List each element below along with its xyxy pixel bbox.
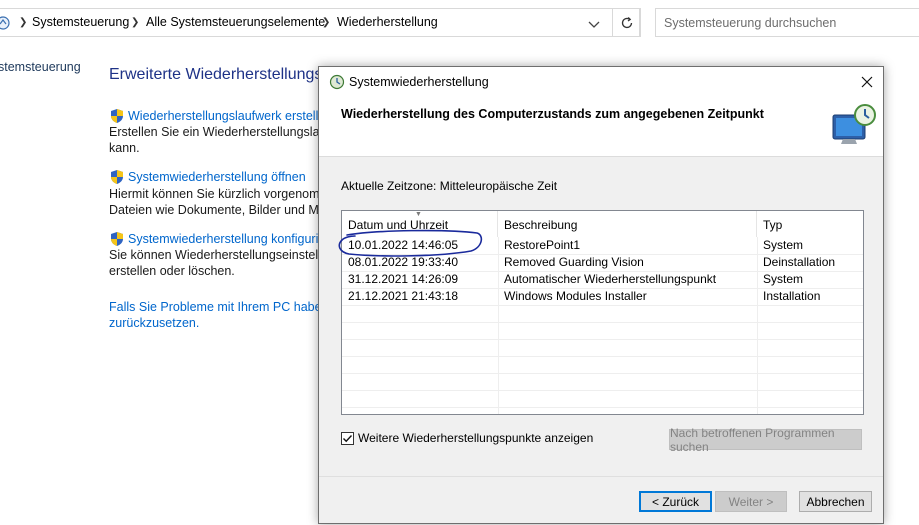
breadcrumb-wiederherstellung[interactable]: Wiederherstellung bbox=[337, 15, 438, 29]
column-label: Typ bbox=[763, 218, 783, 232]
link-label[interactable]: Systemwiederherstellung konfigurier bbox=[128, 232, 329, 246]
description-text: kann. bbox=[109, 141, 140, 155]
computer-restore-icon bbox=[832, 104, 876, 144]
control-panel-icon bbox=[0, 16, 10, 30]
timezone-label: Aktuelle Zeitzone: Mitteleuropäische Zei… bbox=[341, 179, 558, 193]
restore-points-table[interactable]: ▼ Datum und Uhrzeit Beschreibung Typ 10.… bbox=[341, 210, 864, 415]
cell-description: Removed Guarding Vision bbox=[504, 255, 644, 269]
system-restore-dialog: Systemwiederherstellung Wiederherstellun… bbox=[318, 66, 884, 524]
column-header-date[interactable]: ▼ Datum und Uhrzeit bbox=[342, 211, 498, 237]
sort-down-icon: ▼ bbox=[415, 211, 422, 218]
chevron-down-icon[interactable] bbox=[583, 14, 605, 34]
column-header-type[interactable]: Typ bbox=[757, 211, 863, 237]
breadcrumb-systemsteuerung[interactable]: Systemsteuerung bbox=[32, 15, 129, 29]
link-recovery-drive[interactable]: Wiederherstellungslaufwerk erstellen bbox=[109, 108, 332, 124]
table-row[interactable]: 08.01.2022 19:33:40 Removed Guarding Vis… bbox=[342, 254, 863, 271]
description-text: Sie können Wiederherstellungseinstellun bbox=[109, 248, 335, 262]
cell-description: Windows Modules Installer bbox=[504, 289, 647, 303]
close-button[interactable] bbox=[855, 70, 879, 94]
dialog-title: Systemwiederherstellung bbox=[349, 75, 489, 89]
footer-divider bbox=[319, 476, 883, 477]
link-reset-pc[interactable]: Falls Sie Probleme mit Ihrem PC haben, z… bbox=[109, 299, 332, 331]
link-open-system-restore[interactable]: Systemwiederherstellung öffnen bbox=[109, 169, 306, 185]
row-divider bbox=[342, 373, 863, 374]
next-button[interactable]: Weiter > bbox=[715, 491, 787, 512]
checkbox-label[interactable]: Weitere Wiederherstellungspunkte anzeige… bbox=[358, 431, 593, 445]
table-row[interactable]: 21.12.2021 21:43:18 Windows Modules Inst… bbox=[342, 288, 863, 305]
checkmark-icon bbox=[343, 434, 353, 442]
cell-description: RestorePoint1 bbox=[504, 238, 581, 252]
row-divider bbox=[342, 407, 863, 408]
cell-date: 31.12.2021 14:26:09 bbox=[348, 272, 459, 286]
refresh-icon bbox=[621, 16, 632, 28]
shield-icon bbox=[111, 170, 123, 184]
breadcrumb-separator-icon: ❯ bbox=[131, 17, 140, 28]
cell-type: Deinstallation bbox=[763, 255, 836, 269]
link-label[interactable]: Systemwiederherstellung öffnen bbox=[128, 170, 306, 184]
description-text: Dateien wie Dokumente, Bilder und Mus bbox=[109, 203, 333, 217]
row-divider bbox=[342, 322, 863, 323]
row-divider bbox=[342, 339, 863, 340]
shield-icon bbox=[111, 232, 123, 246]
cell-date: 08.01.2022 19:33:40 bbox=[348, 255, 459, 269]
cell-type: System bbox=[763, 272, 804, 286]
description-text: erstellen oder löschen. bbox=[109, 264, 235, 278]
dialog-titlebar[interactable]: Systemwiederherstellung bbox=[319, 67, 883, 97]
link-line[interactable]: Falls Sie Probleme mit Ihrem PC haben, bbox=[109, 299, 332, 315]
page-title: Erweiterte Wiederherstellungs bbox=[109, 66, 323, 83]
cell-date: 10.01.2022 14:46:05 bbox=[348, 238, 459, 252]
row-divider bbox=[342, 356, 863, 357]
column-label: Datum und Uhrzeit bbox=[348, 218, 449, 232]
search-input[interactable] bbox=[655, 8, 919, 37]
cell-description: Automatischer Wiederherstellungspunkt bbox=[504, 272, 717, 286]
column-label: Beschreibung bbox=[504, 218, 578, 232]
address-bar[interactable]: ❯ Systemsteuerung ❯ Alle Systemsteuerung… bbox=[0, 8, 640, 37]
table-row[interactable]: 31.12.2021 14:26:09 Automatischer Wieder… bbox=[342, 271, 863, 288]
cancel-button[interactable]: Abbrechen bbox=[799, 491, 872, 512]
table-row[interactable]: 10.01.2022 14:46:05 RestorePoint1 System bbox=[342, 237, 863, 254]
column-header-description[interactable]: Beschreibung bbox=[498, 211, 757, 237]
system-restore-icon bbox=[329, 74, 345, 90]
breadcrumb-separator-icon: ❯ bbox=[19, 17, 28, 28]
show-more-checkbox[interactable] bbox=[341, 431, 354, 445]
row-divider bbox=[342, 305, 863, 306]
close-icon bbox=[861, 76, 873, 88]
sidebar-item-systemsteuerung[interactable]: stemsteuerung bbox=[0, 60, 81, 74]
back-button[interactable]: < Zurück bbox=[639, 491, 712, 512]
show-more-restore-points[interactable]: Weitere Wiederherstellungspunkte anzeige… bbox=[341, 431, 593, 445]
scan-affected-programs-button[interactable]: Nach betroffenen Programmen suchen bbox=[669, 426, 862, 454]
shield-icon bbox=[111, 109, 123, 123]
link-configure-system-restore[interactable]: Systemwiederherstellung konfigurier bbox=[109, 231, 329, 247]
link-line[interactable]: zurückzusetzen. bbox=[109, 315, 332, 331]
refresh-button[interactable] bbox=[612, 8, 641, 37]
header-title: Wiederherstellung des Computerzustands z… bbox=[341, 107, 764, 121]
row-divider bbox=[342, 390, 863, 391]
breadcrumb-alle-elemente[interactable]: Alle Systemsteuerungselemente bbox=[146, 15, 325, 29]
breadcrumb-separator-icon: ❯ bbox=[322, 17, 331, 28]
cell-date: 21.12.2021 21:43:18 bbox=[348, 289, 459, 303]
description-text: Hiermit können Sie kürzlich vorgenomm bbox=[109, 187, 330, 201]
cell-type: System bbox=[763, 238, 804, 252]
description-text: Erstellen Sie ein Wiederherstellungslauf… bbox=[109, 125, 339, 139]
cell-type: Installation bbox=[763, 289, 821, 303]
link-label[interactable]: Wiederherstellungslaufwerk erstellen bbox=[128, 109, 332, 123]
dialog-header: Wiederherstellung des Computerzustands z… bbox=[319, 97, 883, 157]
